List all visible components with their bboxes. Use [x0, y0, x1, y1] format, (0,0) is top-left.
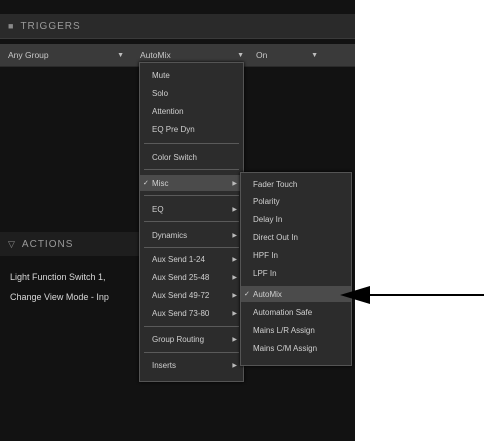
submenu-item-label: Mains C/M Assign: [253, 343, 318, 353]
menu-item-label: Aux Send 25-48: [152, 272, 210, 282]
menu-item-label: Aux Send 73-80: [152, 308, 210, 318]
menu-item-label: Group Routing: [152, 334, 205, 344]
arrow-left-icon: [340, 286, 484, 304]
chevron-right-icon: ▶: [232, 256, 237, 263]
triggers-header: ■ TRIGGERS: [0, 14, 355, 39]
menu-item-label: EQ Pre Dyn: [152, 124, 195, 134]
checkmark-icon: ✓: [244, 291, 250, 298]
submenu-item-direct-out-in[interactable]: Direct Out In: [241, 229, 351, 245]
menu-item-mute[interactable]: Mute: [140, 67, 243, 83]
menu-item-color-switch[interactable]: Color Switch: [140, 149, 243, 165]
menu-item-aux-send-73-80[interactable]: Aux Send 73-80 ▶: [140, 305, 243, 321]
action-row[interactable]: Light Function Switch 1,: [10, 272, 106, 282]
chevron-down-icon: ▼: [237, 51, 244, 59]
submenu-item-label: Automation Safe: [253, 307, 313, 317]
menu-item-solo[interactable]: Solo: [140, 85, 243, 101]
chevron-right-icon: ▶: [232, 274, 237, 281]
menu-item-label: Aux Send 49-72: [152, 290, 210, 300]
submenu-item-automation-safe[interactable]: Automation Safe: [241, 304, 351, 320]
menu-item-label: Attention: [152, 106, 184, 116]
chevron-right-icon: ▶: [232, 180, 237, 187]
submenu-item-fader-touch[interactable]: Fader Touch: [241, 176, 351, 192]
menu-item-aux-send-25-48[interactable]: Aux Send 25-48 ▶: [140, 269, 243, 285]
expand-icon[interactable]: ▽: [8, 239, 16, 250]
actions-header: ▽ ACTIONS: [0, 232, 142, 256]
submenu-item-label: Fader Touch: [253, 179, 298, 189]
menu-item-misc[interactable]: ✓ Misc ▶: [140, 175, 243, 191]
chevron-right-icon: ▶: [232, 292, 237, 299]
triggers-title: TRIGGERS: [20, 20, 81, 32]
menu-separator: [144, 195, 239, 196]
chevron-down-icon: ▼: [117, 51, 124, 59]
submenu-item-label: LPF In: [253, 268, 277, 278]
submenu-item-mains-lr-assign[interactable]: Mains L/R Assign: [241, 322, 351, 338]
submenu-item-label: Delay In: [253, 214, 283, 224]
chevron-down-icon: ▼: [311, 51, 318, 59]
submenu-item-polarity[interactable]: Polarity: [241, 193, 351, 209]
submenu-item-label: AutoMix: [253, 289, 282, 299]
submenu-item-mains-cm-assign[interactable]: Mains C/M Assign: [241, 340, 351, 356]
menu-separator: [144, 143, 239, 144]
menu-item-inserts[interactable]: Inserts ▶: [140, 357, 243, 373]
menu-item-label: Inserts: [152, 360, 177, 370]
trigger-dropdown-value: AutoMix: [140, 50, 171, 60]
menu-item-eq-pre-dyn[interactable]: EQ Pre Dyn: [140, 121, 243, 137]
app-window: ■ TRIGGERS Any Group ▼ AutoMix ▼ On ▼ ▽ …: [0, 0, 355, 441]
submenu-item-label: HPF In: [253, 250, 278, 260]
submenu-item-automix[interactable]: ✓ AutoMix: [241, 286, 351, 302]
submenu-item-hpf-in[interactable]: HPF In: [241, 247, 351, 263]
menu-separator: [144, 326, 239, 327]
checkmark-icon: ✓: [143, 180, 149, 187]
menu-item-label: Misc: [152, 178, 169, 188]
submenu-item-delay-in[interactable]: Delay In: [241, 211, 351, 227]
trigger-menu: Mute Solo Attention EQ Pre Dyn Color Swi…: [139, 62, 244, 382]
chevron-right-icon: ▶: [232, 206, 237, 213]
menu-item-aux-send-1-24[interactable]: Aux Send 1-24 ▶: [140, 251, 243, 267]
menu-separator: [144, 247, 239, 248]
submenu-item-label: Polarity: [253, 196, 280, 206]
chevron-right-icon: ▶: [232, 232, 237, 239]
action-row[interactable]: Change View Mode - Inp: [10, 292, 109, 302]
menu-item-group-routing[interactable]: Group Routing ▶: [140, 331, 243, 347]
submenu-item-label: Mains L/R Assign: [253, 325, 315, 335]
chevron-right-icon: ▶: [232, 336, 237, 343]
group-dropdown[interactable]: Any Group ▼: [8, 47, 130, 63]
state-dropdown-value: On: [256, 50, 268, 60]
menu-item-eq[interactable]: EQ ▶: [140, 201, 243, 217]
menu-item-label: Aux Send 1-24: [152, 254, 205, 264]
collapse-icon[interactable]: ■: [8, 21, 14, 31]
menu-separator: [144, 169, 239, 170]
menu-item-label: Solo: [152, 88, 169, 98]
menu-item-label: Mute: [152, 70, 170, 80]
menu-item-attention[interactable]: Attention: [140, 103, 243, 119]
submenu-item-lpf-in[interactable]: LPF In: [241, 265, 351, 281]
chevron-right-icon: ▶: [232, 362, 237, 369]
chevron-right-icon: ▶: [232, 310, 237, 317]
misc-submenu: Fader Touch Polarity Delay In Direct Out…: [240, 172, 352, 366]
menu-item-aux-send-49-72[interactable]: Aux Send 49-72 ▶: [140, 287, 243, 303]
trigger-dropdown[interactable]: AutoMix ▼: [140, 47, 250, 63]
menu-item-dynamics[interactable]: Dynamics ▶: [140, 227, 243, 243]
menu-item-label: Color Switch: [152, 152, 197, 162]
state-dropdown[interactable]: On ▼: [256, 47, 324, 63]
menu-separator: [144, 221, 239, 222]
menu-separator: [144, 352, 239, 353]
group-dropdown-value: Any Group: [8, 50, 49, 60]
submenu-item-label: Direct Out In: [253, 232, 298, 242]
actions-title: ACTIONS: [21, 238, 74, 250]
menu-item-label: EQ: [152, 204, 164, 214]
menu-item-label: Dynamics: [152, 230, 188, 240]
